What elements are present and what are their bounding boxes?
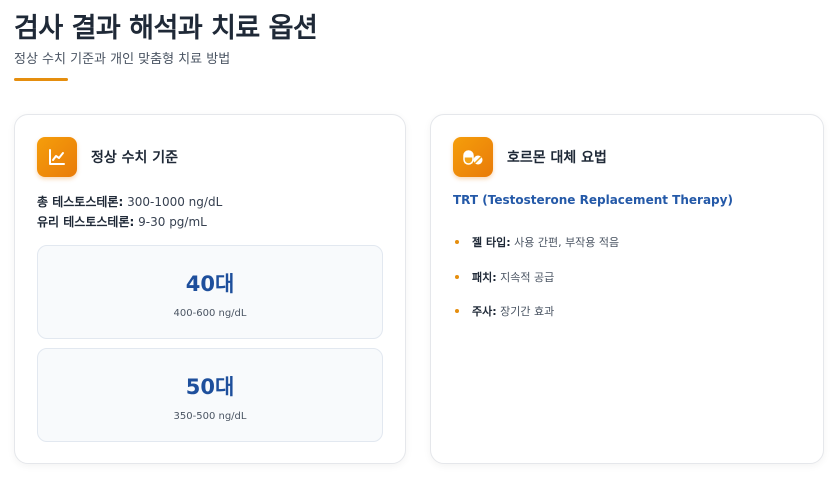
age-group-label: 40대	[185, 272, 235, 296]
free-testosterone-label: 유리 테스토스테론:	[37, 215, 135, 229]
therapy-option-label: 패치:	[472, 271, 497, 284]
total-testosterone-label: 총 테스토스테론:	[37, 195, 124, 209]
age-group-range: 350-500 ng/dL	[173, 411, 247, 422]
normal-range-title: 정상 수치 기준	[91, 150, 179, 166]
therapy-option-label: 젤 타입:	[472, 236, 511, 249]
total-testosterone-line: 총 테스토스테론: 300-1000 ng/dL	[37, 193, 222, 210]
therapy-option-desc: 장기간 효과	[500, 305, 555, 318]
total-testosterone-value: 300-1000 ng/dL	[127, 195, 223, 209]
therapy-option-desc: 사용 간편, 부작용 적음	[514, 236, 620, 249]
title-underline	[14, 78, 68, 81]
bullet-icon	[455, 240, 459, 244]
page-title: 검사 결과 해석과 치료 옵션	[14, 13, 318, 44]
age-group-label: 50대	[185, 375, 235, 399]
bullet-icon	[455, 309, 459, 313]
age-group-box-40s: 40대 400-600 ng/dL	[37, 245, 383, 339]
pills-icon	[453, 137, 493, 177]
therapy-option-desc: 지속적 공급	[500, 271, 555, 284]
therapy-title: 호르몬 대체 요법	[507, 150, 607, 166]
normal-range-card-header: 정상 수치 기준	[37, 137, 178, 177]
therapy-option-injection: 주사: 장기간 효과	[455, 303, 554, 319]
therapy-card: 호르몬 대체 요법 TRT (Testosterone Replacement …	[430, 114, 824, 464]
normal-range-card: 정상 수치 기준 총 테스토스테론: 300-1000 ng/dL 유리 테스토…	[14, 114, 406, 464]
age-group-range: 400-600 ng/dL	[173, 308, 247, 319]
page-subtitle: 정상 수치 기준과 개인 맞춤형 치료 방법	[14, 52, 231, 67]
therapy-option-label: 주사:	[472, 305, 497, 318]
chart-line-icon	[37, 137, 77, 177]
therapy-option-gel: 젤 타입: 사용 간편, 부작용 적음	[455, 234, 619, 250]
page: 검사 결과 해석과 치료 옵션 정상 수치 기준과 개인 맞춤형 치료 방법 정…	[0, 0, 840, 478]
free-testosterone-line: 유리 테스토스테론: 9-30 pg/mL	[37, 213, 207, 230]
therapy-option-patch: 패치: 지속적 공급	[455, 269, 554, 285]
bullet-icon	[455, 275, 459, 279]
therapy-card-header: 호르몬 대체 요법	[453, 137, 607, 177]
therapy-subtitle: TRT (Testosterone Replacement Therapy)	[453, 193, 733, 207]
age-group-box-50s: 50대 350-500 ng/dL	[37, 348, 383, 442]
free-testosterone-value: 9-30 pg/mL	[138, 215, 207, 229]
